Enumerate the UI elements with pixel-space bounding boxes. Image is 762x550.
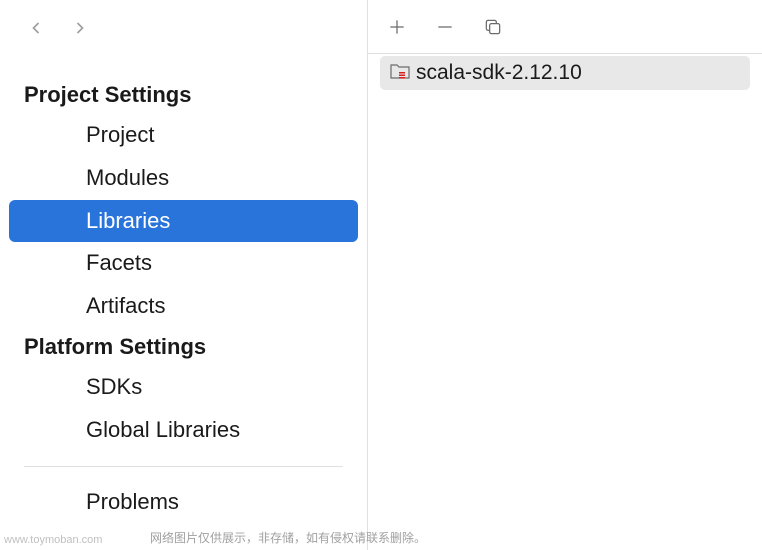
library-list: scala-sdk-2.12.10 (368, 54, 762, 92)
forward-arrow-icon[interactable] (68, 16, 92, 40)
back-arrow-icon[interactable] (24, 16, 48, 40)
sidebar-item-modules[interactable]: Modules (0, 157, 367, 200)
watermark-cn-text: 网络图片仅供展示，非存储，如有侵权请联系删除。 (150, 529, 426, 546)
sidebar-item-facets[interactable]: Facets (0, 242, 367, 285)
sidebar-nav (0, 0, 367, 56)
scala-folder-icon (390, 61, 410, 85)
sidebar-item-libraries[interactable]: Libraries (9, 200, 358, 243)
sidebar-item-project[interactable]: Project (0, 114, 367, 157)
remove-button[interactable] (434, 16, 456, 38)
sidebar-item-sdks[interactable]: SDKs (0, 366, 367, 409)
library-item-scala-sdk[interactable]: scala-sdk-2.12.10 (380, 56, 750, 90)
library-item-label: scala-sdk-2.12.10 (416, 61, 582, 85)
sidebar-item-artifacts[interactable]: Artifacts (0, 285, 367, 328)
add-button[interactable] (386, 16, 408, 38)
sidebar-item-global-libraries[interactable]: Global Libraries (0, 409, 367, 452)
libraries-toolbar (368, 0, 762, 54)
settings-sidebar: Project Settings Project Modules Librari… (0, 0, 368, 550)
section-header-platform-settings: Platform Settings (0, 328, 367, 366)
sidebar-content: Project Settings Project Modules Librari… (0, 56, 367, 523)
section-header-project-settings: Project Settings (0, 76, 367, 114)
sidebar-item-problems[interactable]: Problems (0, 481, 367, 524)
copy-button[interactable] (482, 16, 504, 38)
sidebar-divider (24, 466, 343, 467)
main-panel: scala-sdk-2.12.10 (368, 0, 762, 550)
watermark-text: www.toymoban.com (4, 534, 102, 546)
